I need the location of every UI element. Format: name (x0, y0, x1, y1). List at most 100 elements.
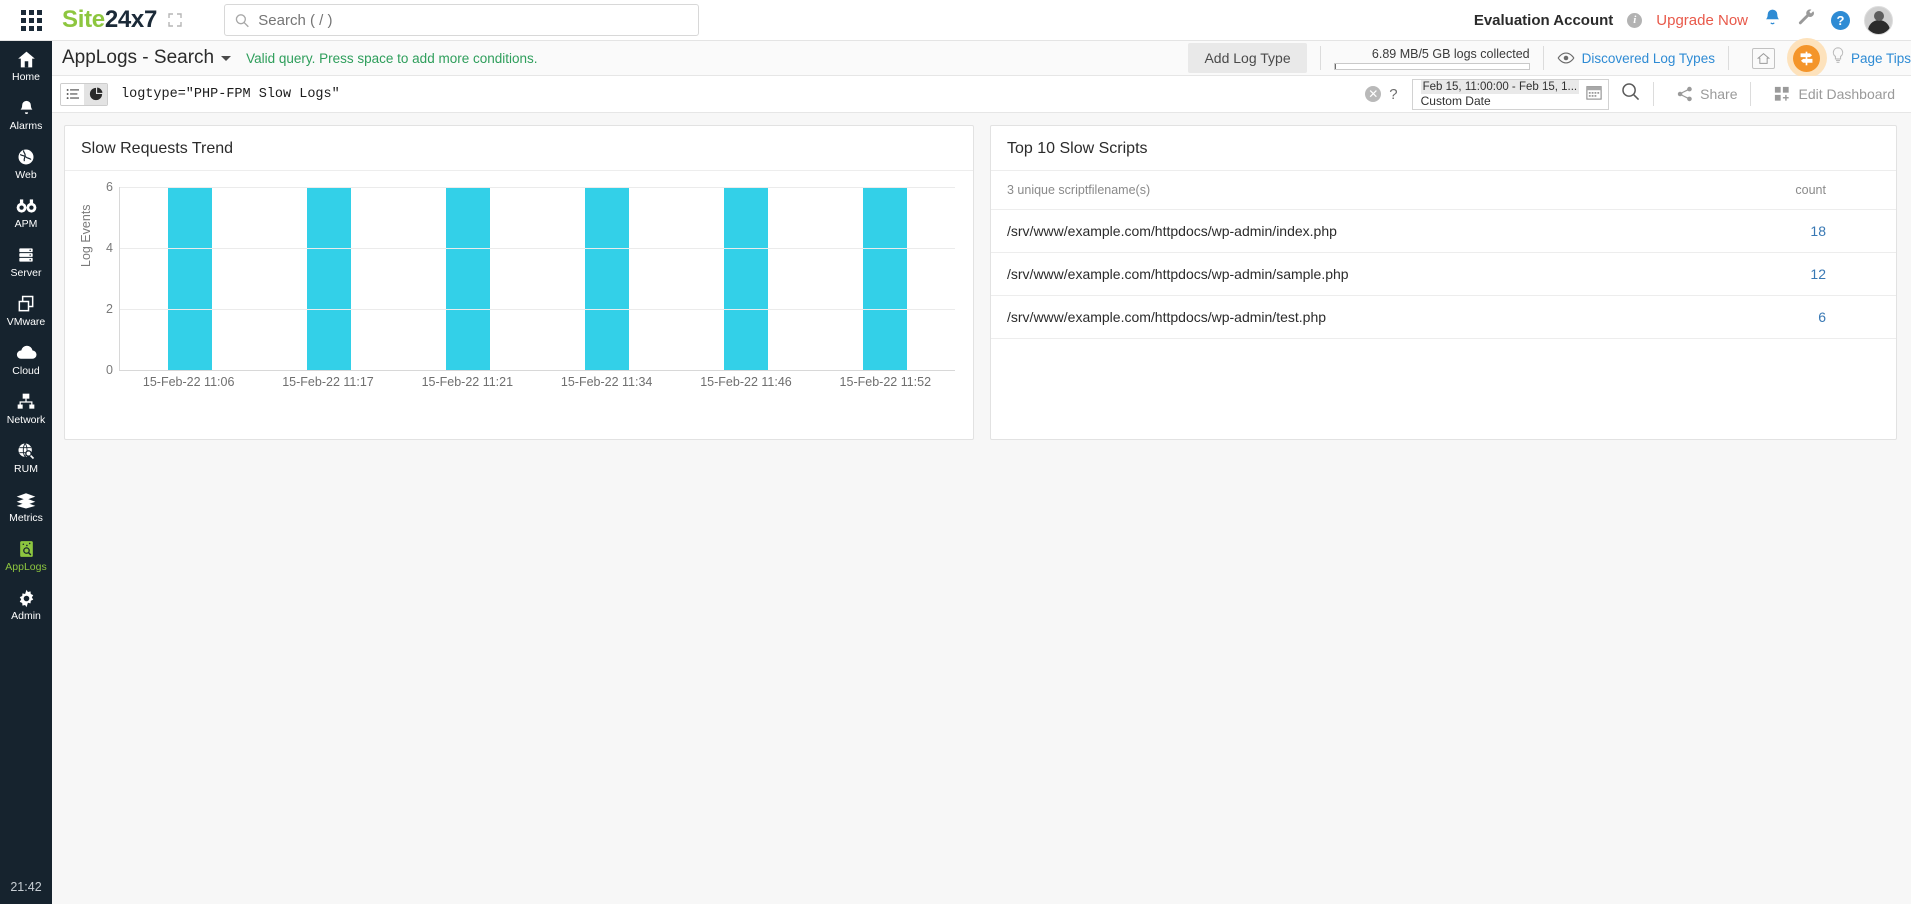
help-question-icon[interactable]: ? (1831, 11, 1850, 30)
table-body: /srv/www/example.com/httpdocs/wp-admin/i… (991, 210, 1896, 339)
chart-x-tick-labels: 15-Feb-22 11:0615-Feb-22 11:1715-Feb-22 … (119, 375, 955, 389)
expand-fullscreen-icon[interactable] (166, 11, 184, 29)
notification-bell-icon[interactable] (1762, 7, 1783, 33)
brand-logo-dark: 24x7 (105, 6, 157, 33)
table-cell-script[interactable]: /srv/www/example.com/httpdocs/wp-admin/s… (991, 253, 1766, 296)
binoculars-apm-icon (15, 196, 38, 217)
home-icon (16, 49, 37, 70)
sidebar-label-rum: RUM (14, 464, 38, 475)
chart-y-tick: 0 (106, 363, 113, 377)
chart-y-tick: 4 (106, 241, 113, 255)
chart-bars-group (120, 187, 955, 370)
chart-plot-area: 0246 (119, 187, 955, 370)
sidebar-item-home[interactable]: Home (0, 41, 52, 90)
clear-close-icon[interactable]: ✕ (1365, 86, 1381, 102)
slow-requests-trend-card: Slow Requests Trend Log Events 0246 15-F… (64, 125, 974, 440)
grid-apps-icon[interactable] (0, 10, 62, 31)
globe-web-icon (16, 147, 36, 168)
page-tips-group[interactable]: Page Tips (1787, 38, 1911, 78)
user-avatar-icon[interactable] (1864, 6, 1893, 35)
chart-bar[interactable] (446, 187, 490, 370)
share-button[interactable]: Share (1677, 86, 1737, 102)
chart-bar-slot (120, 187, 259, 370)
list-view-icon[interactable] (61, 84, 84, 105)
sidebar-item-applogs[interactable]: AppLogs (0, 531, 52, 580)
chart-x-axis-line (119, 370, 955, 371)
edit-dashboard-button[interactable]: Edit Dashboard (1774, 86, 1895, 102)
upgrade-now-link[interactable]: Upgrade Now (1656, 12, 1748, 29)
sidebar-item-server[interactable]: Server (0, 237, 52, 286)
chart-bar[interactable] (168, 187, 212, 370)
discovered-log-types-label: Discovered Log Types (1582, 51, 1715, 66)
gear-admin-icon (16, 588, 37, 609)
brand-logo[interactable]: Site24x7 (62, 6, 157, 34)
sidebar-item-network[interactable]: Network (0, 384, 52, 433)
log-usage-progressbar (1334, 63, 1530, 70)
chart-bar[interactable] (307, 187, 351, 370)
chevron-down-icon[interactable] (221, 56, 231, 61)
account-label: Evaluation Account (1474, 12, 1613, 29)
query-help-icon[interactable]: ? (1389, 86, 1397, 103)
table-cell-count[interactable]: 18 (1766, 210, 1896, 253)
table-cell-count[interactable]: 6 (1766, 296, 1896, 339)
sidebar-item-vmware[interactable]: VMware (0, 286, 52, 335)
chart-x-tick-label: 15-Feb-22 11:46 (676, 375, 815, 389)
bell-alarm-icon (17, 98, 36, 119)
edit-dashboard-label: Edit Dashboard (1798, 86, 1895, 102)
calendar-icon[interactable] (1586, 84, 1602, 105)
chart-gridline: 6 (120, 187, 955, 188)
discovered-log-types-link[interactable]: Discovered Log Types (1557, 51, 1715, 66)
divider (1728, 46, 1729, 70)
table-cell-script[interactable]: /srv/www/example.com/httpdocs/wp-admin/i… (991, 210, 1766, 253)
date-range-picker[interactable]: Feb 15, 11:00:00 - Feb 15, 1... Custom D… (1412, 79, 1610, 110)
global-search-box[interactable] (224, 4, 699, 36)
page-tips-label[interactable]: Page Tips (1851, 51, 1911, 66)
search-input[interactable] (258, 12, 688, 29)
top-slow-scripts-card: Top 10 Slow Scripts 3 unique scriptfilen… (990, 125, 1897, 440)
sidebar-item-rum[interactable]: RUM (0, 433, 52, 482)
sidebar-item-cloud[interactable]: Cloud (0, 335, 52, 384)
search-icon (235, 13, 249, 28)
table-cell-count[interactable]: 12 (1766, 253, 1896, 296)
chart-bar[interactable] (724, 187, 768, 370)
dashboard-content: Slow Requests Trend Log Events 0246 15-F… (52, 113, 1911, 904)
chart-title: Slow Requests Trend (65, 126, 973, 171)
chart-y-axis-label: Log Events (79, 204, 93, 267)
rum-globe-search-icon (16, 441, 36, 462)
query-input[interactable]: logtype="PHP-FPM Slow Logs" (121, 87, 1365, 102)
table-row[interactable]: /srv/www/example.com/httpdocs/wp-admin/s… (991, 253, 1896, 296)
query-view-toggle[interactable] (60, 83, 108, 106)
table-cell-script[interactable]: /srv/www/example.com/httpdocs/wp-admin/t… (991, 296, 1766, 339)
brand-logo-green: Site (62, 6, 105, 33)
divider (1750, 82, 1751, 106)
info-icon[interactable]: i (1627, 13, 1642, 28)
home-dashboard-icon[interactable] (1752, 48, 1775, 69)
chart-bar[interactable] (863, 187, 907, 370)
sidebar-item-admin[interactable]: Admin (0, 580, 52, 629)
server-rack-icon (16, 245, 36, 266)
sidebar-label-applogs: AppLogs (5, 562, 46, 573)
divider (1320, 46, 1321, 70)
divider (1653, 82, 1654, 106)
signpost-tips-icon[interactable] (1793, 45, 1820, 72)
run-search-icon[interactable] (1621, 82, 1640, 106)
pie-chart-view-icon[interactable] (84, 84, 107, 105)
sidebar-item-web[interactable]: Web (0, 139, 52, 188)
sidebar-label-network: Network (7, 415, 46, 426)
page-header-bar: AppLogs - Search Valid query. Press spac… (52, 41, 1911, 76)
chart-gridline: 2 (120, 309, 955, 310)
table-row[interactable]: /srv/www/example.com/httpdocs/wp-admin/i… (991, 210, 1896, 253)
sidebar-item-alarms[interactable]: Alarms (0, 90, 52, 139)
sidebar-label-apm: APM (15, 219, 38, 230)
dashboard-add-icon (1774, 86, 1790, 102)
metrics-stack-icon (15, 490, 37, 511)
add-log-type-button[interactable]: Add Log Type (1188, 43, 1306, 73)
sidebar-label-metrics: Metrics (9, 513, 43, 524)
sidebar-item-metrics[interactable]: Metrics (0, 482, 52, 531)
wrench-settings-icon[interactable] (1797, 8, 1817, 33)
chart-bar[interactable] (585, 187, 629, 370)
table-row[interactable]: /srv/www/example.com/httpdocs/wp-admin/t… (991, 296, 1896, 339)
chart-bar-slot (816, 187, 955, 370)
chart-x-tick-label: 15-Feb-22 11:06 (119, 375, 258, 389)
sidebar-item-apm[interactable]: APM (0, 188, 52, 237)
